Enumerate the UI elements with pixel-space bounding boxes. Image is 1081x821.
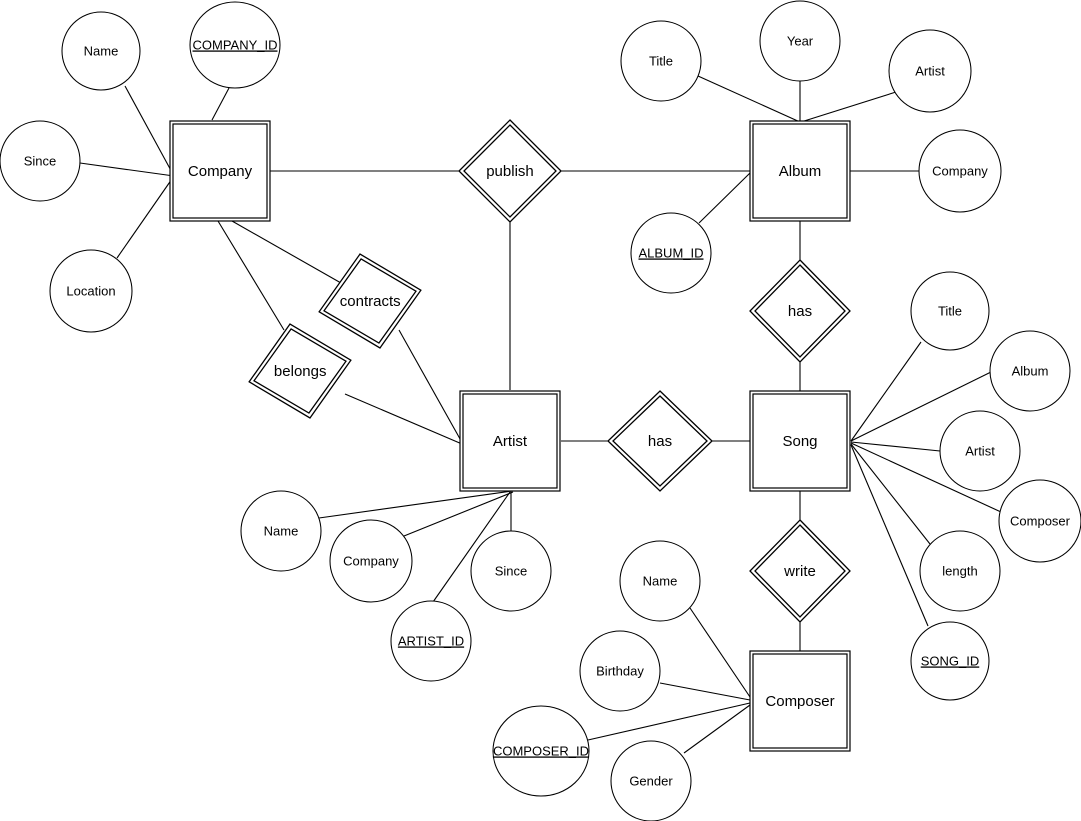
edge-song-length-to-song	[850, 443, 931, 545]
edge-company-to-contracts	[231, 220, 342, 284]
edge-album-title-to-album	[697, 75, 801, 123]
attribute-artist-id[interactable]: ARTIST_ID	[390, 600, 472, 682]
attribute-album-company-label: Company	[932, 163, 988, 178]
edge-belongs-to-artist	[344, 393, 463, 445]
edge-song-id-to-song	[850, 444, 929, 627]
attribute-song-length[interactable]: length	[919, 530, 1001, 612]
entity-album[interactable]: Album	[749, 120, 851, 222]
attribute-album-title-label: Title	[649, 53, 673, 68]
attribute-artist-company[interactable]: Company	[329, 519, 413, 603]
entity-composer[interactable]: Composer	[749, 650, 851, 752]
edge-song-title-to-song	[850, 341, 922, 442]
attribute-artist-id-label: ARTIST_ID	[398, 633, 464, 648]
attribute-company-location-label: Location	[66, 283, 115, 298]
attribute-company-location[interactable]: Location	[49, 249, 133, 333]
edge-album-artist-to-album	[800, 91, 897, 123]
entity-song-label: Song	[782, 433, 817, 450]
relationship-has-album-song-label: has	[788, 303, 812, 320]
attribute-song-artist-label: Artist	[965, 443, 995, 458]
attribute-album-id[interactable]: ALBUM_ID	[630, 212, 712, 294]
relationship-has-artist-song[interactable]: has	[607, 390, 713, 492]
attribute-album-title[interactable]: Title	[620, 20, 702, 102]
attribute-artist-name[interactable]: Name	[240, 490, 322, 572]
edge-company-location-to-company	[116, 175, 175, 259]
entity-composer-label: Composer	[765, 693, 834, 710]
edge-company-since-to-company	[79, 162, 175, 177]
attribute-album-year[interactable]: Year	[759, 0, 841, 82]
attribute-artist-since-label: Since	[495, 563, 528, 578]
attribute-song-title-label: Title	[938, 303, 962, 318]
attribute-composer-birthday-label: Birthday	[596, 663, 644, 678]
attribute-composer-gender-label: Gender	[629, 773, 673, 788]
edge-contracts-to-artist	[398, 329, 465, 447]
attribute-composer-name-label: Name	[643, 573, 678, 588]
relationship-belongs-label: belongs	[274, 363, 327, 380]
attribute-composer-id-label: COMPOSER_ID	[493, 743, 589, 758]
entity-artist-label: Artist	[493, 433, 528, 450]
attribute-album-id-label: ALBUM_ID	[638, 245, 703, 260]
relationship-publish[interactable]: publish	[458, 119, 562, 223]
attribute-album-artist-label: Artist	[915, 63, 945, 78]
edge-album-id-to-album	[698, 172, 751, 224]
entity-song[interactable]: Song	[749, 390, 851, 492]
relationship-publish-label: publish	[486, 163, 534, 180]
attribute-song-length-label: length	[942, 563, 977, 578]
attribute-company-since-label: Since	[24, 153, 57, 168]
relationship-belongs[interactable]: belongs	[239, 313, 361, 429]
attribute-company-name-label: Name	[84, 43, 119, 58]
attribute-artist-name-label: Name	[264, 523, 299, 538]
attribute-company-id[interactable]: COMPANY_ID	[189, 1, 281, 89]
entity-artist[interactable]: Artist	[459, 390, 561, 492]
attribute-song-album-label: Album	[1012, 363, 1049, 378]
edge-composer-gender-to-composer	[683, 704, 751, 754]
attribute-composer-birthday[interactable]: Birthday	[579, 630, 661, 712]
attribute-song-artist[interactable]: Artist	[939, 410, 1021, 492]
attribute-song-composer-label: Composer	[1010, 513, 1071, 528]
attribute-album-company[interactable]: Company	[918, 129, 1002, 213]
attribute-company-name[interactable]: Name	[61, 11, 141, 91]
attribute-song-id-label: SONG_ID	[921, 653, 980, 668]
edge-company-to-belongs	[217, 220, 285, 331]
attribute-song-composer[interactable]: Composer	[998, 479, 1081, 563]
attribute-song-album[interactable]: Album	[989, 330, 1071, 412]
attribute-artist-since[interactable]: Since	[470, 530, 552, 612]
relationship-has-album-song[interactable]: has	[749, 259, 851, 363]
relationship-has-artist-song-label: has	[648, 433, 672, 450]
entity-company-label: Company	[188, 163, 253, 180]
attribute-composer-id[interactable]: COMPOSER_ID	[492, 705, 590, 797]
relationship-contracts-label: contracts	[340, 293, 401, 310]
edge-composer-birthday-to-composer	[659, 682, 751, 701]
attribute-album-year-label: Year	[787, 33, 814, 48]
edge-company-id-to-company	[211, 87, 230, 121]
entity-company[interactable]: Company	[169, 120, 271, 222]
attribute-song-title[interactable]: Title	[910, 271, 990, 351]
edge-composer-name-to-composer	[689, 607, 751, 698]
relationship-write[interactable]: write	[749, 519, 851, 623]
attribute-album-artist[interactable]: Artist	[888, 29, 972, 113]
attribute-company-since[interactable]: Since	[0, 120, 81, 202]
er-diagram-svg: publish contracts belongs has has write Compa…	[0, 0, 1081, 821]
attribute-artist-company-label: Company	[343, 553, 399, 568]
attribute-composer-name[interactable]: Name	[619, 540, 701, 622]
attribute-song-id[interactable]: SONG_ID	[910, 621, 990, 701]
attribute-composer-gender[interactable]: Gender	[610, 740, 692, 821]
entity-album-label: Album	[779, 163, 822, 180]
attribute-company-id-label: COMPANY_ID	[193, 37, 278, 52]
relationship-write-label: write	[783, 563, 816, 580]
relationship-contracts[interactable]: contracts	[309, 243, 431, 359]
er-diagram-canvas: publish contracts belongs has has write Compa…	[0, 0, 1081, 821]
edge-company-name-to-company	[124, 85, 175, 177]
